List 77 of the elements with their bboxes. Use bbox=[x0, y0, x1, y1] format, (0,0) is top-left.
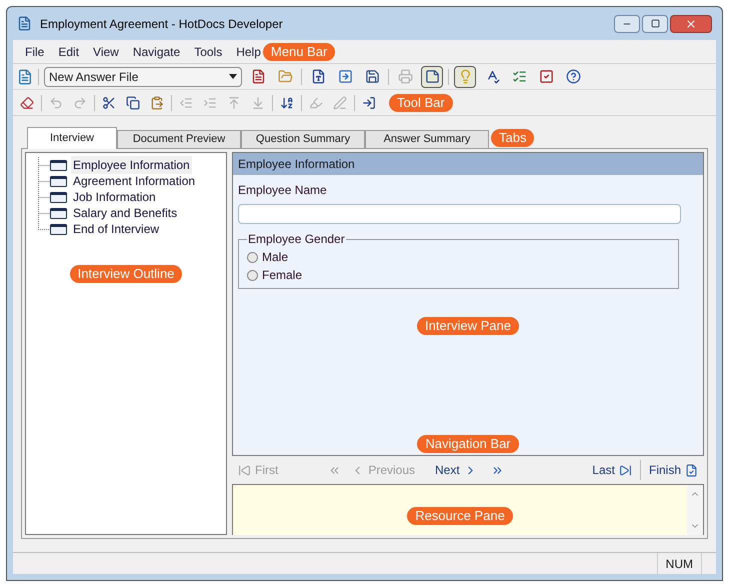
document-icon bbox=[310, 69, 326, 84]
paste-icon bbox=[150, 96, 164, 110]
callout-label: Resource Pane bbox=[407, 507, 513, 525]
radio-button[interactable] bbox=[247, 270, 258, 280]
outline-item[interactable]: Agreement Information bbox=[71, 172, 198, 190]
move-down-icon bbox=[251, 96, 265, 110]
callout-label: Navigation Bar bbox=[417, 435, 519, 453]
answer-file-dropdown[interactable]: New Answer File bbox=[44, 66, 242, 86]
copy-icon bbox=[126, 96, 140, 110]
menu-item[interactable]: Tools bbox=[194, 42, 222, 60]
input-field[interactable] bbox=[238, 204, 681, 224]
move-up-icon bbox=[227, 96, 241, 110]
app-icon bbox=[17, 16, 32, 31]
status-num: NUM bbox=[656, 553, 702, 574]
menu-item[interactable]: File bbox=[25, 42, 44, 60]
indent-icon bbox=[203, 96, 217, 110]
outdent-icon bbox=[179, 96, 193, 110]
callout-label: Menu Bar bbox=[262, 42, 336, 60]
radio-label: Male bbox=[262, 249, 288, 266]
menu-item[interactable]: Navigate bbox=[132, 42, 180, 60]
maximize-button[interactable] bbox=[642, 14, 668, 32]
tree-connector-icon bbox=[38, 157, 50, 173]
tab[interactable]: Answer Summary bbox=[365, 130, 489, 148]
list-icon bbox=[512, 69, 526, 84]
tab[interactable]: Interview bbox=[27, 127, 117, 149]
callout-label: Interview Pane bbox=[417, 317, 519, 335]
toolbar-button[interactable] bbox=[421, 66, 443, 88]
menu-item[interactable]: View bbox=[93, 42, 119, 60]
app-icon[interactable] bbox=[17, 68, 33, 84]
redo-icon bbox=[73, 96, 87, 110]
last-icon bbox=[618, 464, 632, 476]
close-icon bbox=[685, 18, 697, 30]
close-button[interactable] bbox=[670, 14, 712, 32]
menu-item[interactable]: Edit bbox=[58, 42, 80, 60]
page-icon bbox=[50, 208, 67, 218]
toolbar-button[interactable] bbox=[454, 66, 476, 88]
help-icon bbox=[566, 69, 580, 84]
callout-label: Interview Outline bbox=[70, 265, 182, 283]
radio-button[interactable] bbox=[247, 252, 258, 262]
outline-item[interactable]: Salary and Benefits bbox=[71, 204, 180, 222]
callout-label: Tabs bbox=[491, 129, 534, 147]
tree-connector-icon bbox=[38, 189, 50, 205]
outline-item[interactable]: End of Interview bbox=[71, 220, 162, 238]
outline-item[interactable]: Job Information bbox=[71, 188, 158, 206]
note-icon bbox=[424, 69, 440, 84]
save-icon bbox=[364, 69, 380, 84]
dropdown-arrow-icon bbox=[229, 74, 237, 79]
page-icon bbox=[50, 192, 67, 202]
menu-item[interactable]: Help bbox=[236, 42, 261, 60]
field-label: Employee Name bbox=[238, 183, 327, 197]
page-icon bbox=[50, 224, 67, 234]
folder-icon bbox=[278, 69, 292, 84]
checklist-icon bbox=[538, 69, 554, 84]
first-icon bbox=[238, 464, 251, 476]
maximize-icon bbox=[650, 19, 660, 28]
navigation-button[interactable]: Finish bbox=[648, 461, 698, 479]
undo-icon bbox=[49, 96, 63, 110]
tab[interactable]: Question Summary bbox=[241, 130, 365, 148]
page-icon bbox=[50, 176, 67, 186]
page-icon bbox=[50, 160, 67, 170]
group-label: Employee Gender bbox=[247, 231, 346, 248]
insert-icon bbox=[362, 96, 376, 110]
window-title: Employment Agreement - HotDocs Developer bbox=[40, 16, 283, 32]
navigation-button[interactable]: Last bbox=[592, 461, 632, 479]
scissors-icon bbox=[102, 96, 116, 110]
outline-item[interactable]: Employee Information bbox=[71, 156, 192, 174]
tree-connector-icon bbox=[38, 173, 50, 189]
callout-label: Tool Bar bbox=[389, 94, 453, 112]
pen-icon bbox=[333, 96, 347, 110]
navigation-button[interactable]: Next bbox=[435, 461, 477, 479]
sort-icon bbox=[280, 96, 294, 110]
dialog-header: Employee Information bbox=[233, 153, 703, 175]
highlighter-icon bbox=[309, 96, 323, 110]
tab[interactable]: Document Preview bbox=[117, 130, 241, 148]
printer-icon bbox=[398, 69, 412, 84]
radio-label: Female bbox=[262, 267, 302, 284]
eraser-icon bbox=[20, 96, 34, 110]
